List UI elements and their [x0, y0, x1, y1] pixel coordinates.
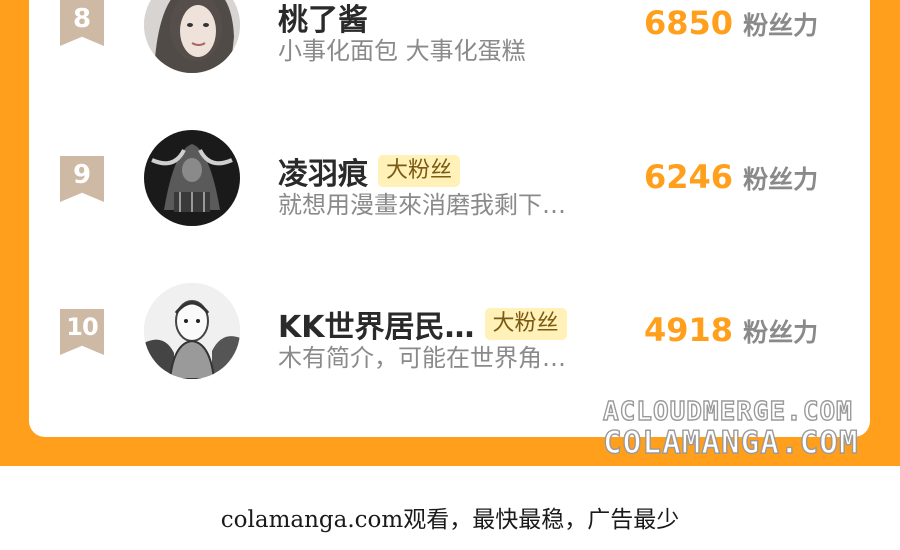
fan-power: 6850 粉丝力 [644, 4, 818, 42]
fan-power-unit: 粉丝力 [743, 11, 819, 40]
ranking-row[interactable]: 10 KK世界居民… 大粉丝 木有简介，可能在世界角… 4918 粉丝力 [29, 283, 870, 393]
rank-badge: 10 [60, 309, 104, 355]
watermark-line1: ACLOUDMERGE.COM [602, 396, 853, 427]
fan-power: 4918 粉丝力 [644, 311, 818, 349]
ranking-row[interactable]: 9 凌羽痕 大粉丝 就想用漫畫來消磨我剩下… 6246 粉丝力 [29, 130, 870, 240]
avatar[interactable] [144, 283, 240, 379]
rank-badge: 8 [60, 0, 104, 46]
fan-power-value: 6246 [644, 158, 734, 196]
rank-number: 9 [72, 160, 92, 190]
rank-badge: 9 [60, 156, 104, 202]
big-fan-badge: 大粉丝 [378, 155, 461, 187]
footer-note: colamanga.com观看，最快最稳，广告最少 [220, 507, 680, 533]
user-bio: 就想用漫畫來消磨我剩下… [278, 191, 566, 219]
fan-power-unit: 粉丝力 [743, 165, 819, 194]
ranking-card: 8 桃了酱 小事化面包 大事化蛋糕 6850 粉丝力 9 凌羽痕 大粉丝 就想用… [29, 0, 870, 437]
avatar[interactable] [144, 130, 240, 226]
avatar[interactable] [144, 0, 240, 73]
watermark-line2: COLAMANGA.COM [602, 424, 859, 461]
fan-power-unit: 粉丝力 [743, 318, 819, 347]
rank-number: 8 [72, 4, 92, 34]
user-bio: 小事化面包 大事化蛋糕 [278, 37, 526, 65]
ranking-row[interactable]: 8 桃了酱 小事化面包 大事化蛋糕 6850 粉丝力 [29, 0, 870, 90]
fan-power-value: 4918 [644, 311, 734, 349]
rank-number: 10 [66, 313, 98, 341]
big-fan-badge: 大粉丝 [484, 308, 567, 340]
fan-power: 6246 粉丝力 [644, 158, 818, 196]
user-bio: 木有简介，可能在世界角… [278, 344, 566, 372]
fan-power-value: 6850 [644, 4, 734, 42]
